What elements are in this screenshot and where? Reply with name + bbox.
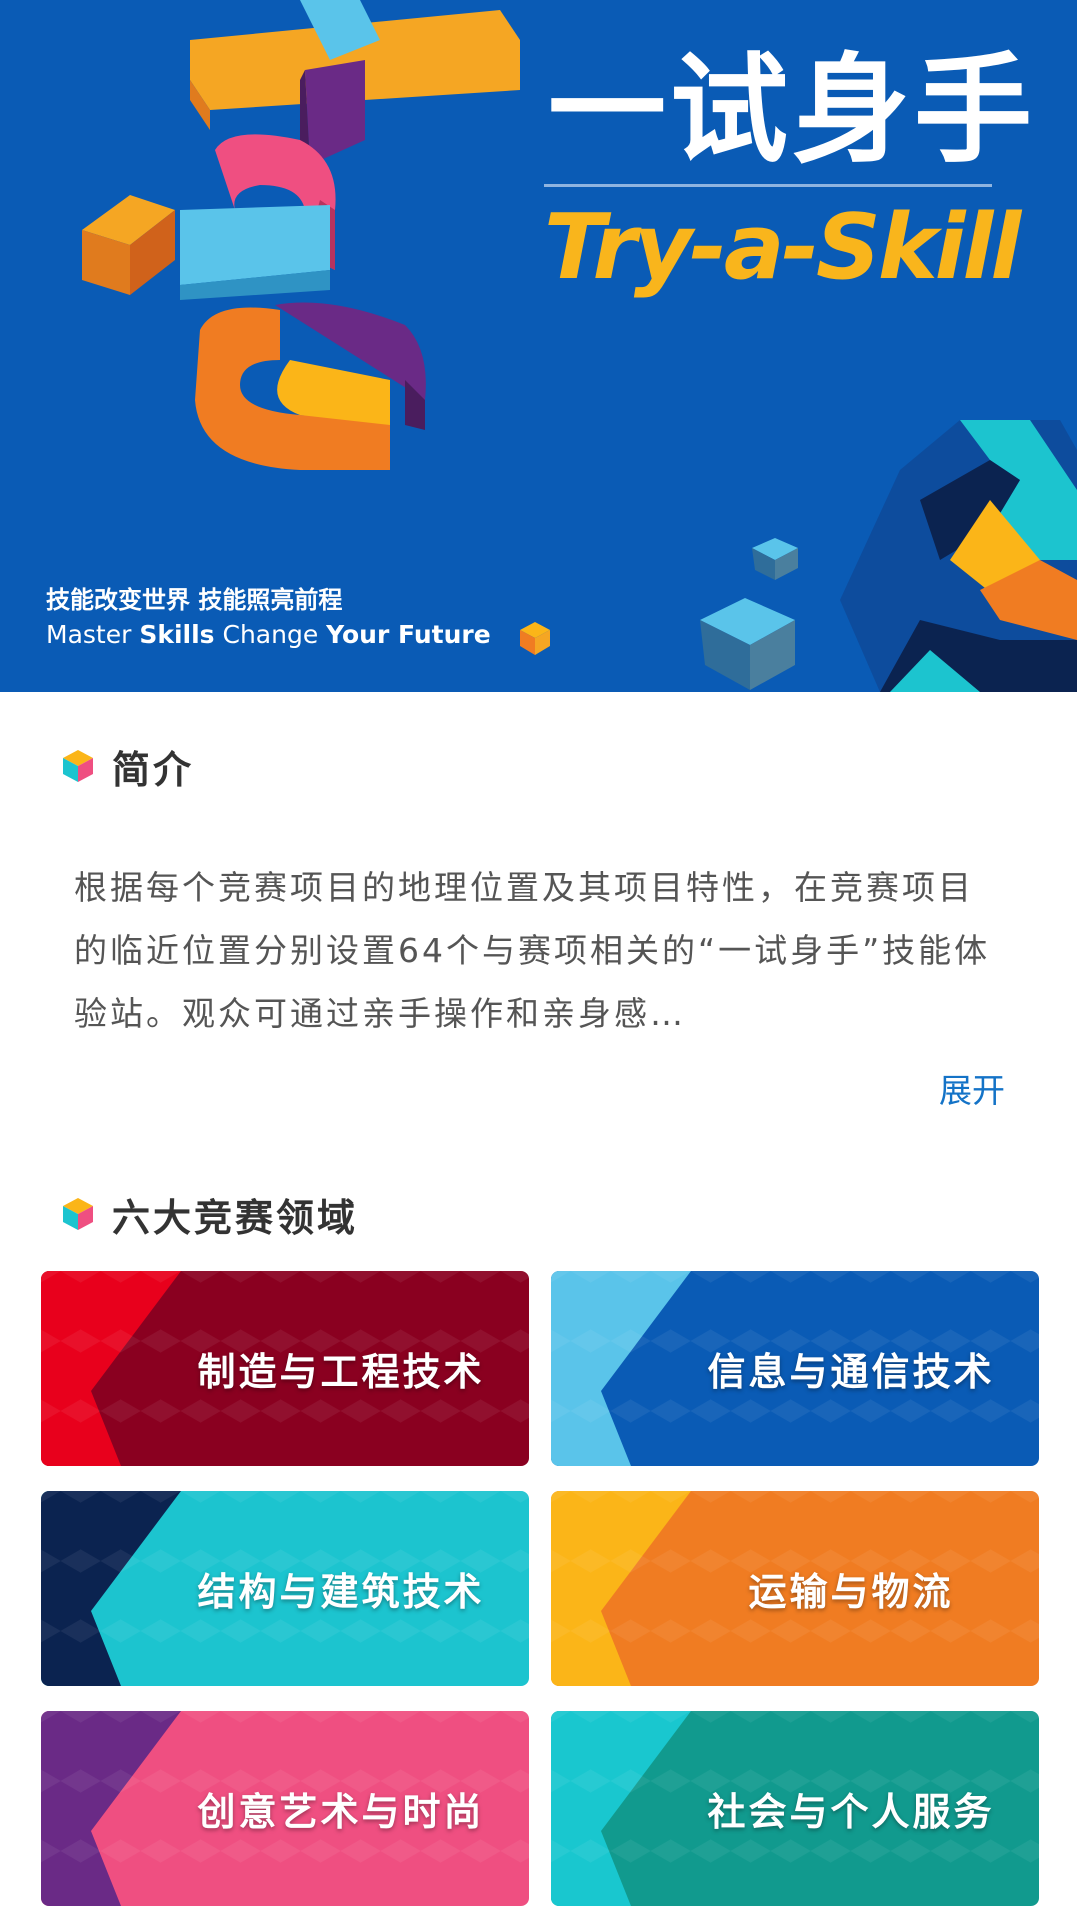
hero-title-en: Try-a-Skill [544,195,1021,300]
slogan-part: Master [46,620,140,649]
hero-title-cn: 一试身手 [548,41,1037,179]
field-card-label: 信息与通信技术 [707,1350,995,1394]
field-card-ict[interactable]: 信息与通信技术 [551,1271,1039,1466]
intro-title: 简介 [112,747,195,792]
field-card-social-services[interactable]: 社会与个人服务 [551,1711,1039,1906]
field-card-label: 制造与工程技术 [197,1350,485,1394]
slogan-part: Change [214,620,327,649]
field-card-manufacturing[interactable]: 制造与工程技术 [41,1271,529,1466]
slogan-part: Your Future [326,620,491,649]
cube-icon [63,1198,93,1230]
expand-link[interactable]: 展开 [939,1064,1005,1112]
intro-text: 根据每个竞赛项目的地理位置及其项目特性，在竞赛项目的临近位置分别设置64个与赛项… [74,868,991,1033]
field-card-label: 社会与个人服务 [707,1790,995,1834]
field-card-construction[interactable]: 结构与建筑技术 [41,1491,529,1686]
intro-header: 简介 [62,738,194,794]
fields-header: 六大竞赛领域 [62,1186,358,1242]
cube-icon [63,750,93,782]
field-card-label: 创意艺术与时尚 [197,1790,485,1834]
field-card-label: 运输与物流 [748,1570,954,1614]
hero-slogan-en: Master Skills Change Your Future [46,620,491,649]
hero-banner: 一试身手 Try-a-Skill 技能改变世界 技能照亮前程 Master Sk… [0,0,1077,692]
hero-divider [544,184,992,187]
field-card-transport[interactable]: 运输与物流 [551,1491,1039,1686]
fields-title: 六大竞赛领域 [112,1195,359,1240]
field-card-creative-arts[interactable]: 创意艺术与时尚 [41,1711,529,1906]
slogan-part: Skills [139,620,215,649]
field-card-label: 结构与建筑技术 [197,1570,485,1614]
hero-slogan-cn: 技能改变世界 技能照亮前程 [46,586,343,614]
